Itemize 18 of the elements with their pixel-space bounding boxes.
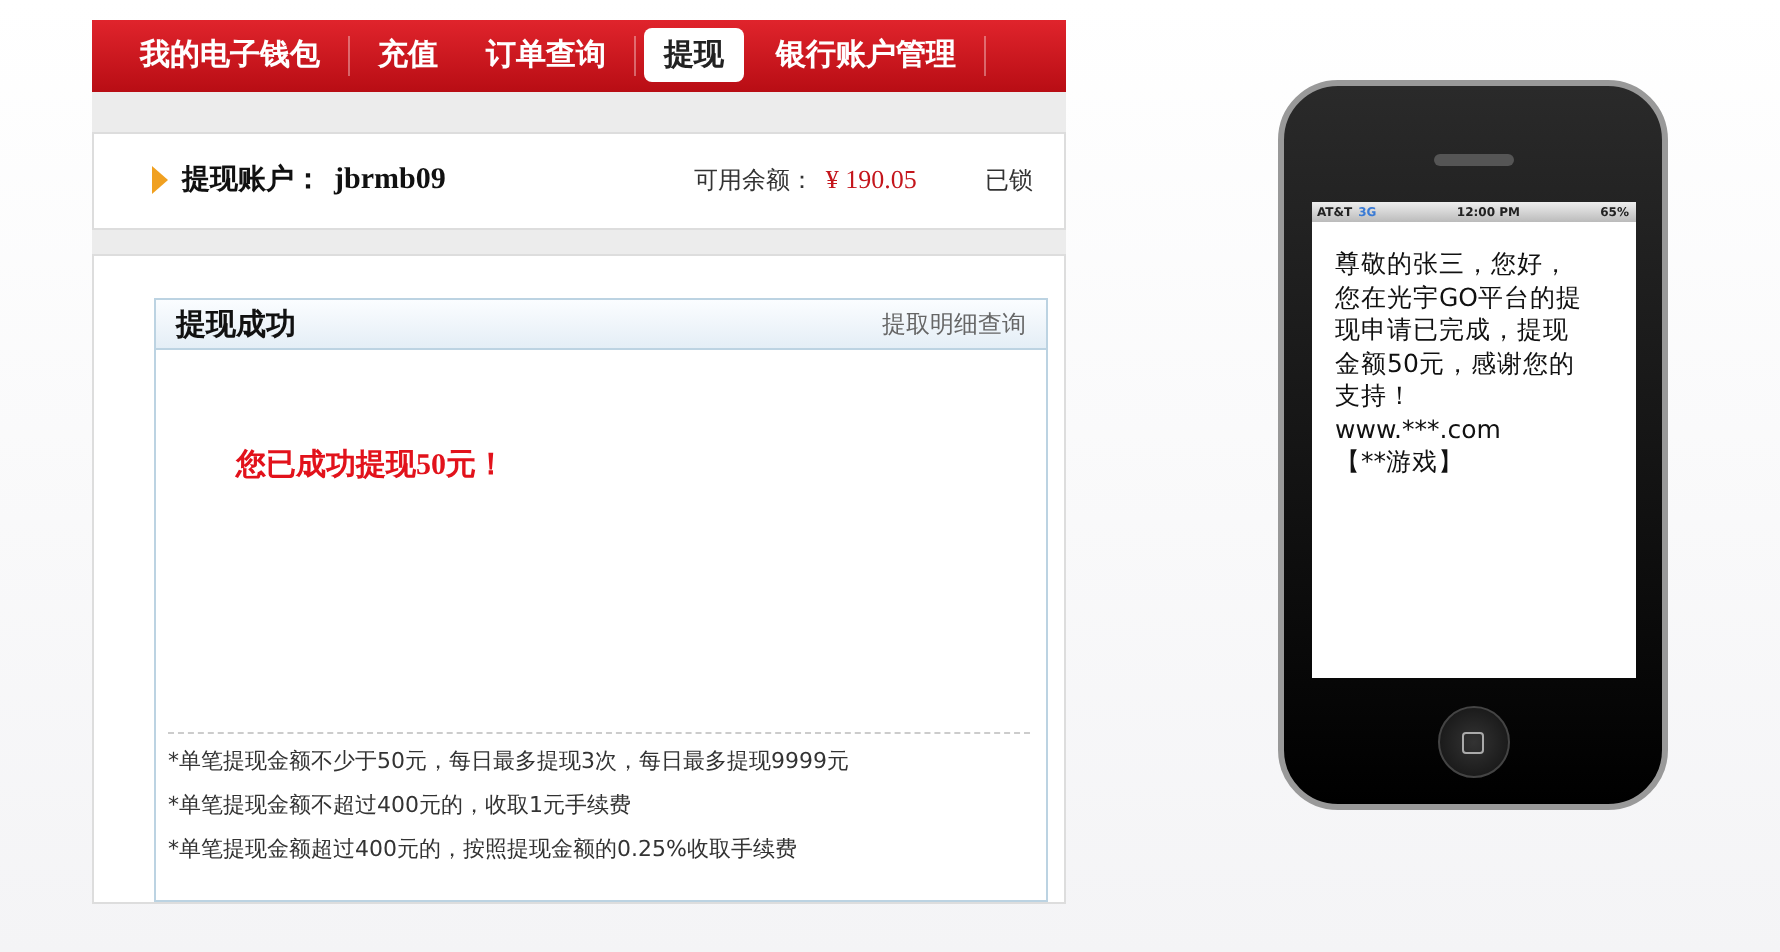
- note-text: *单笔提现金额超过400元的，按照提现金额的0.25%收取手续费: [168, 834, 799, 864]
- account-name: jbrmb09: [334, 163, 446, 198]
- nav-tab[interactable]: 提现: [644, 28, 744, 83]
- nav-tab[interactable]: 银行账户管理: [756, 28, 976, 83]
- sms-message: 尊敬的张三，您好， 您在光宇GO平台的提 现申请已完成，提现 金额50元，感谢您的 支持！ www.***.com 【**游戏】: [1333, 246, 1585, 479]
- arrow-icon: [150, 164, 170, 197]
- balance-amount: ¥ 190.05: [825, 164, 917, 197]
- nav-tab[interactable]: 我的电子钱包: [120, 28, 340, 83]
- balance-label: 可用余额：: [693, 163, 814, 198]
- note-text: *单笔提现金额不少于50元，每日最多提现3次，每日最多提现9999元: [168, 746, 851, 776]
- panel-title: 提现成功: [176, 305, 296, 343]
- account-label: 提现账户：: [182, 162, 322, 199]
- locked-label: 已锁: [984, 163, 1033, 198]
- note-text: *单笔提现金额不超过400元的，收取1元手续费: [168, 790, 633, 820]
- nav-tab[interactable]: 订单查询: [466, 28, 626, 83]
- details-link[interactable]: 提取明细查询: [882, 307, 1026, 341]
- nav-tab[interactable]: 充值: [358, 28, 458, 83]
- success-message: 您已成功提现50元！: [236, 446, 508, 484]
